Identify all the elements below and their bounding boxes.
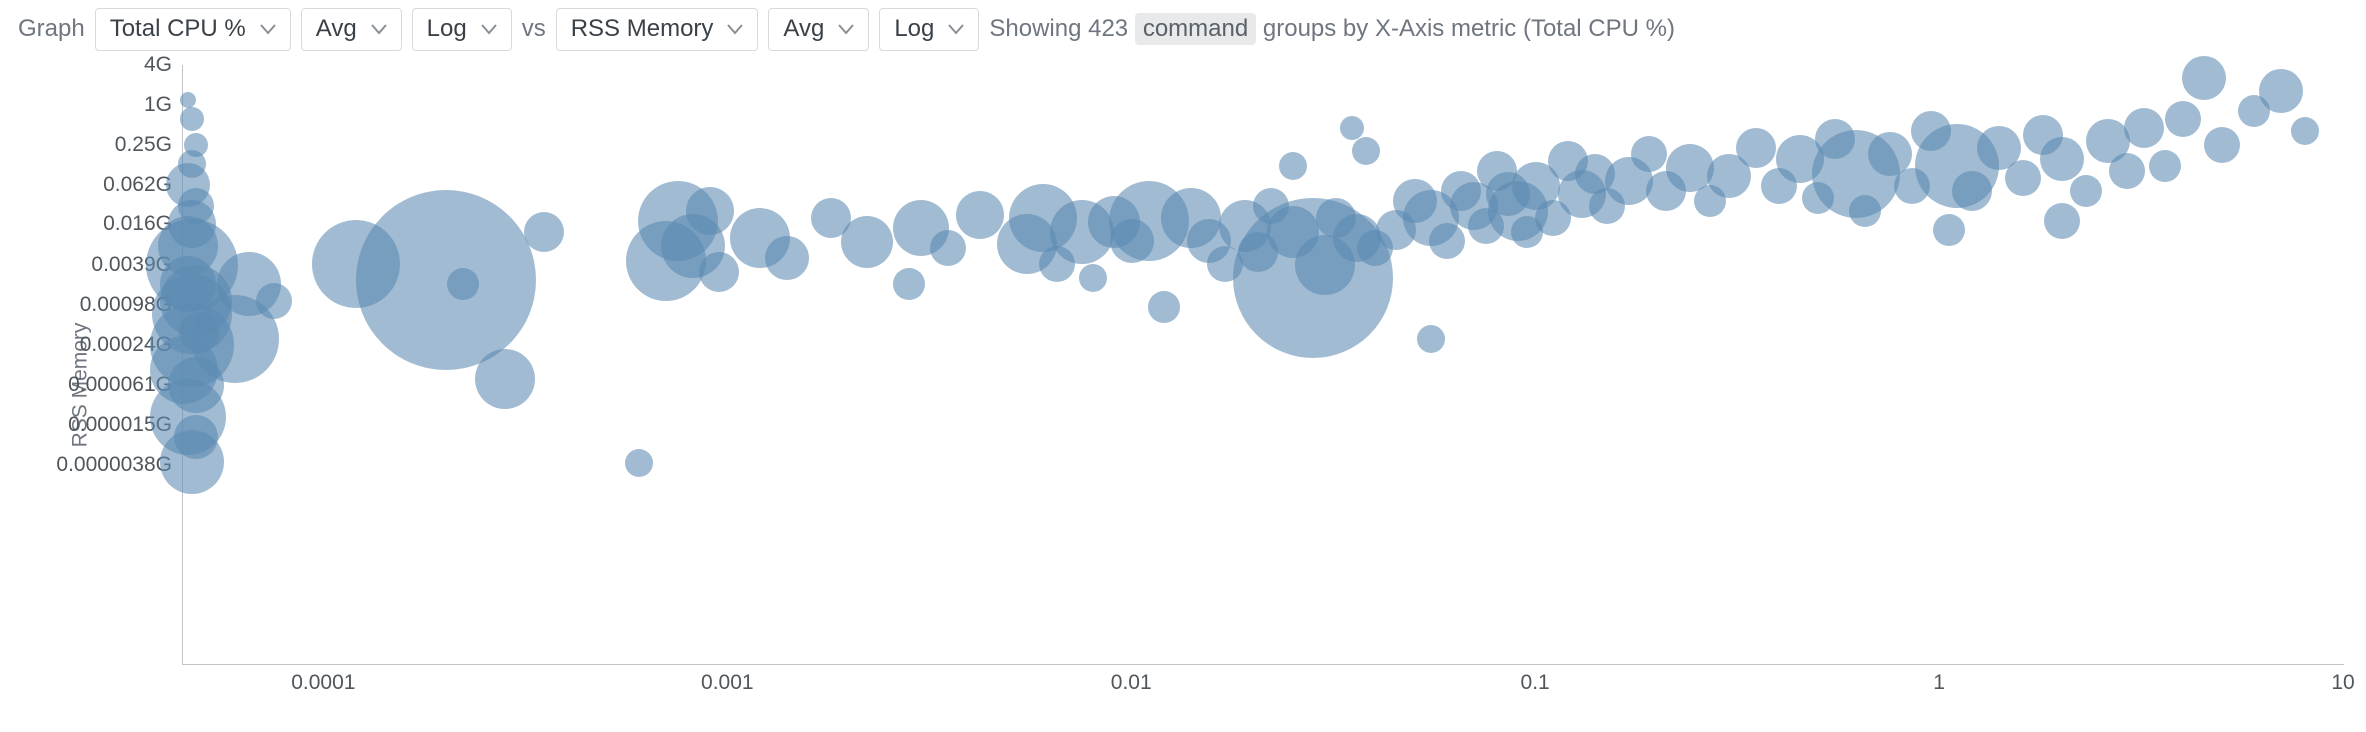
graph-label: Graph (18, 15, 85, 43)
bubble[interactable] (2070, 175, 2102, 207)
summary-text: Showing 423 command groups by X-Axis met… (989, 13, 1675, 45)
y-agg-select[interactable]: Avg (768, 8, 869, 51)
chart-toolbar: Graph Total CPU % Avg Log vs RSS Memory … (12, 8, 2354, 51)
bubble[interactable] (1340, 116, 1364, 140)
bubble[interactable] (2124, 108, 2164, 148)
chevron-down-icon (260, 23, 276, 35)
bubble[interactable] (2044, 203, 2080, 239)
bubble[interactable] (447, 268, 479, 300)
x-tick: 1 (1933, 671, 1945, 695)
bubble[interactable] (1279, 152, 1307, 180)
x-scale-select[interactable]: Log (412, 8, 512, 51)
bubble[interactable] (1429, 223, 1465, 259)
bubble[interactable] (1952, 171, 1992, 211)
x-tick: 10 (2331, 671, 2354, 695)
bubble[interactable] (1079, 264, 1107, 292)
bubble[interactable] (841, 216, 893, 268)
bubble[interactable] (2291, 117, 2319, 145)
bubble[interactable] (930, 230, 966, 266)
groupby-pill[interactable]: command (1135, 13, 1256, 45)
bubble[interactable] (256, 283, 292, 319)
bubble[interactable] (475, 349, 535, 409)
bubble[interactable] (956, 191, 1004, 239)
bubble[interactable] (2109, 153, 2145, 189)
bubble[interactable] (765, 236, 809, 280)
bubble[interactable] (1849, 195, 1881, 227)
bubble[interactable] (356, 190, 536, 370)
bubble[interactable] (625, 449, 653, 477)
y-tick: 4G (144, 53, 172, 77)
bubble[interactable] (2040, 137, 2084, 181)
bubble[interactable] (184, 133, 208, 157)
chevron-down-icon (481, 23, 497, 35)
bubble[interactable] (2005, 160, 2041, 196)
scatter-plot[interactable] (182, 65, 2344, 665)
chevron-down-icon (838, 23, 854, 35)
bubble[interactable] (180, 107, 204, 131)
x-scale-value: Log (427, 15, 467, 44)
bubble[interactable] (2204, 127, 2240, 163)
bubble[interactable] (699, 252, 739, 292)
bubble[interactable] (1148, 291, 1180, 323)
bubble[interactable] (893, 268, 925, 300)
chevron-down-icon (727, 23, 743, 35)
bubble[interactable] (1631, 136, 1667, 172)
chevron-down-icon (948, 23, 964, 35)
chart-area: RSS Memory 4G1G0.25G0.062G0.016G0.0039G0… (12, 65, 2354, 705)
y-scale-select[interactable]: Log (879, 8, 979, 51)
y-metric-value: RSS Memory (571, 15, 714, 44)
bubble[interactable] (2182, 56, 2226, 100)
x-tick: 0.1 (1521, 671, 1550, 695)
bubble[interactable] (1352, 137, 1380, 165)
y-tick: 0.0000038G (56, 453, 172, 477)
summary-post: groups by X-Axis metric (Total CPU %) (1263, 15, 1675, 42)
x-tick: 0.0001 (291, 671, 355, 695)
bubble[interactable] (2165, 101, 2201, 137)
y-scale-value: Log (894, 15, 934, 44)
x-agg-value: Avg (316, 15, 357, 44)
bubble[interactable] (1736, 128, 1776, 168)
bubble[interactable] (2259, 69, 2303, 113)
bubble[interactable] (2149, 150, 2181, 182)
bubble[interactable] (1417, 325, 1445, 353)
bubble[interactable] (686, 187, 734, 235)
x-tick: 0.001 (701, 671, 754, 695)
x-metric-select[interactable]: Total CPU % (95, 8, 291, 51)
x-tick: 0.01 (1111, 671, 1152, 695)
x-axis-ticks: 0.00010.0010.010.1110 (182, 665, 2344, 705)
x-metric-value: Total CPU % (110, 15, 246, 44)
y-tick: 0.062G (103, 173, 172, 197)
bubble[interactable] (524, 212, 564, 252)
summary-pre: Showing 423 (989, 15, 1134, 42)
bubble[interactable] (1933, 214, 1965, 246)
y-metric-select[interactable]: RSS Memory (556, 8, 759, 51)
y-agg-value: Avg (783, 15, 824, 44)
y-tick: 0.25G (115, 133, 172, 157)
chevron-down-icon (371, 23, 387, 35)
x-agg-select[interactable]: Avg (301, 8, 402, 51)
bubble[interactable] (180, 92, 196, 108)
vs-label: vs (522, 15, 546, 43)
y-tick: 1G (144, 93, 172, 117)
